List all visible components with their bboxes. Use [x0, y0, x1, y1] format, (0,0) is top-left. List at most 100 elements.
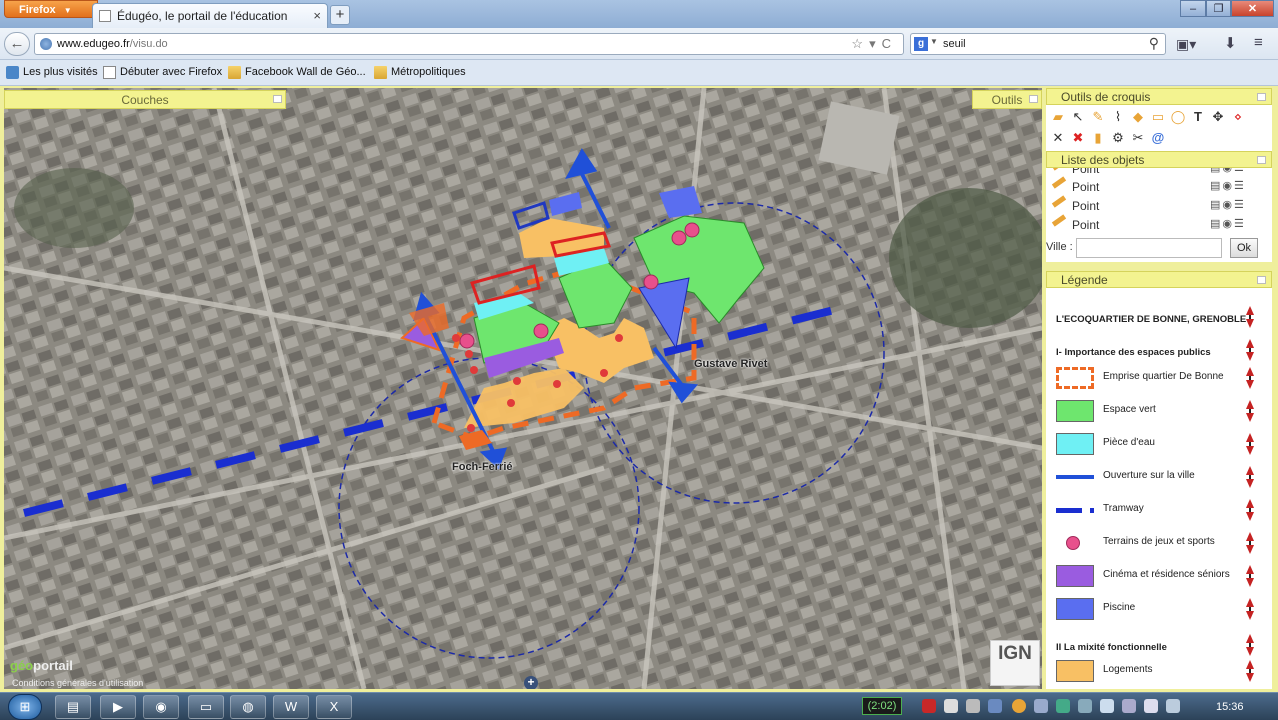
bookmark-metropolitiques[interactable]: Métropolitiques: [374, 66, 466, 79]
reorder-arrows-icon[interactable]: [1246, 634, 1254, 656]
move-icon[interactable]: ✥: [1210, 109, 1226, 125]
legend-section-title: I- Importance des espaces publics: [1056, 347, 1211, 358]
eraser-icon[interactable]: ▮: [1090, 130, 1106, 146]
tray-app-icon[interactable]: [944, 699, 958, 713]
map-park: [14, 168, 134, 248]
delete-icon[interactable]: ✖: [1070, 130, 1086, 146]
text-icon[interactable]: T: [1190, 109, 1206, 125]
start-button[interactable]: ⊞: [8, 694, 42, 720]
reorder-arrows-icon[interactable]: [1246, 532, 1254, 554]
couches-label: Couches: [121, 93, 169, 107]
back-button[interactable]: ←: [4, 32, 30, 56]
explorer-icon[interactable]: ▤: [55, 695, 91, 719]
bookmarks-menu-icon[interactable]: ▣▾: [1176, 36, 1196, 53]
media-player-icon[interactable]: ▶: [100, 695, 136, 719]
tray-app-icon[interactable]: [988, 699, 1002, 713]
bookmark-getting-started[interactable]: Débuter avec Firefox: [103, 66, 222, 79]
word-icon[interactable]: W: [273, 695, 309, 719]
browser-tab[interactable]: Édugéo, le portail de l'éducation ×: [92, 3, 328, 28]
collapse-icon[interactable]: [1257, 93, 1266, 101]
maximize-button[interactable]: ❐: [1206, 0, 1231, 17]
chevron-down-icon[interactable]: ▼: [930, 37, 938, 46]
scissors-icon[interactable]: ✂: [1130, 130, 1146, 146]
reorder-arrows-icon[interactable]: [1246, 433, 1254, 455]
object-actions-icon[interactable]: ▤◉☰: [1210, 198, 1246, 211]
legende-header[interactable]: Légende: [1046, 271, 1272, 288]
url-controls-icon[interactable]: ☆▾C: [851, 36, 897, 52]
object-actions-icon[interactable]: ▤◉☰: [1210, 217, 1246, 230]
reorder-arrows-icon[interactable]: [1246, 499, 1254, 521]
legend-item: Logements: [1046, 656, 1272, 686]
expand-icon[interactable]: [273, 95, 282, 103]
edit-vertices-icon[interactable]: ⋄: [1230, 109, 1246, 125]
minimize-button[interactable]: –: [1180, 0, 1206, 17]
firefox-menu-button[interactable]: Firefox ▼: [4, 0, 98, 18]
reorder-arrows-icon[interactable]: [1246, 466, 1254, 488]
polyline-icon[interactable]: ⌇: [1110, 109, 1126, 125]
firefox-icon[interactable]: ◉: [143, 695, 179, 719]
pencil-icon[interactable]: ✎: [1090, 109, 1106, 125]
recording-timer[interactable]: (2:02): [862, 697, 902, 715]
tray-app-icon[interactable]: [1078, 699, 1092, 713]
search-icon[interactable]: ⚲: [1149, 35, 1159, 52]
list-item[interactable]: Point ▤◉☰: [1046, 214, 1272, 234]
object-actions-icon[interactable]: ▤◉☰: [1210, 179, 1246, 192]
new-tab-button[interactable]: +: [330, 5, 350, 25]
ok-button[interactable]: Ok: [1230, 238, 1258, 258]
tray-app-icon[interactable]: [1012, 699, 1026, 713]
network-icon[interactable]: [1122, 699, 1136, 713]
reorder-arrows-icon[interactable]: [1246, 565, 1254, 587]
zoom-in-button[interactable]: +: [524, 676, 538, 689]
map-canvas[interactable]: [4, 88, 1042, 689]
reorder-arrows-icon[interactable]: [1246, 306, 1254, 328]
reorder-arrows-icon[interactable]: [1246, 660, 1254, 682]
monitor-icon[interactable]: ▭: [188, 695, 224, 719]
resize-icon[interactable]: ✕: [1050, 130, 1066, 146]
tray-app-icon[interactable]: [1100, 699, 1114, 713]
ville-input[interactable]: [1076, 238, 1222, 258]
object-actions-icon[interactable]: ▤◉☰: [1210, 168, 1246, 174]
list-item[interactable]: Point ▤◉☰: [1046, 176, 1272, 196]
reorder-arrows-icon[interactable]: [1246, 367, 1254, 389]
aerial-map[interactable]: Gustave Rivet Foch-Ferrié géoportail Con…: [4, 88, 1042, 689]
bookmark-facebook[interactable]: Facebook Wall de Géo...: [228, 66, 366, 79]
settings-icon[interactable]: ⚙: [1110, 130, 1126, 146]
list-item[interactable]: Point ▤◉☰: [1046, 195, 1272, 215]
collapse-icon[interactable]: [1257, 276, 1266, 284]
outils-tab[interactable]: Outils: [972, 90, 1042, 109]
objets-header[interactable]: Liste des objets: [1046, 151, 1272, 168]
open-folder-icon[interactable]: ▰: [1050, 109, 1066, 125]
circle-icon[interactable]: ◯: [1170, 109, 1186, 125]
collapse-icon[interactable]: [1257, 156, 1266, 164]
tray-app-icon[interactable]: [1056, 699, 1070, 713]
tray-app-icon[interactable]: [966, 699, 980, 713]
couches-tab[interactable]: Couches: [4, 90, 286, 109]
flag-icon[interactable]: [1166, 699, 1180, 713]
close-window-button[interactable]: ✕: [1231, 0, 1274, 17]
bookmark-most-visited[interactable]: Les plus visités: [6, 66, 98, 79]
speaker-icon[interactable]: [1144, 699, 1158, 713]
sidebar: Outils de croquis ▰ ↖ ✎ ⌇ ◆ ▭ ◯ T ✥ ⋄ ✕ …: [1046, 88, 1276, 689]
tray-app-icon[interactable]: [1034, 699, 1048, 713]
address-bar[interactable]: www.edugeo.fr/visu.do ☆▾C: [34, 33, 904, 55]
google-icon[interactable]: g: [914, 37, 928, 51]
reorder-arrows-icon[interactable]: [1246, 400, 1254, 422]
tray-app-icon[interactable]: [922, 699, 936, 713]
chrome-icon[interactable]: ◍: [230, 695, 266, 719]
excel-icon[interactable]: X: [316, 695, 352, 719]
download-icon[interactable]: ⬇: [1224, 34, 1237, 52]
close-tab-icon[interactable]: ×: [313, 8, 321, 23]
search-input[interactable]: seuil: [943, 38, 966, 50]
reorder-arrows-icon[interactable]: [1246, 339, 1254, 361]
polygon-icon[interactable]: ◆: [1130, 109, 1146, 125]
legend-label: Tramway: [1103, 503, 1144, 514]
expand-icon[interactable]: [1029, 95, 1038, 103]
rectangle-icon[interactable]: ▭: [1150, 109, 1166, 125]
conditions-link[interactable]: Conditions générales d'utilisation: [12, 678, 143, 688]
reorder-arrows-icon[interactable]: [1246, 598, 1254, 620]
croquis-header[interactable]: Outils de croquis: [1046, 88, 1272, 105]
select-arrow-icon[interactable]: ↖: [1070, 109, 1086, 125]
email-icon[interactable]: @: [1150, 130, 1166, 146]
search-box[interactable]: g ▼ seuil ⚲: [910, 33, 1166, 55]
toolbar-menu-icon[interactable]: ≡: [1254, 34, 1263, 51]
